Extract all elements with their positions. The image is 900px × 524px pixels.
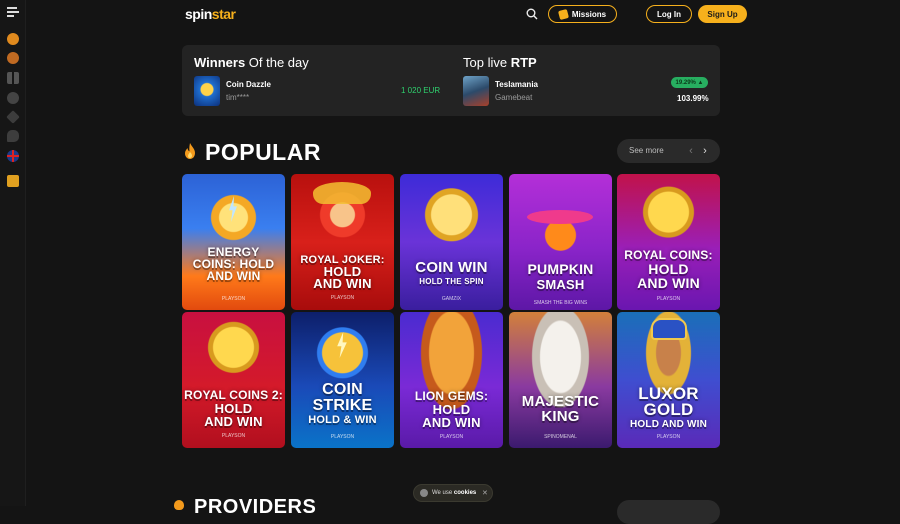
winners-title-bold: Winners bbox=[194, 55, 246, 70]
missions-button[interactable]: Missions bbox=[548, 5, 617, 23]
rtp-game-thumbnail[interactable] bbox=[463, 76, 489, 106]
game-tile-lion-gems[interactable]: LION GEMS: HOLD AND WIN PLAYSON bbox=[400, 312, 503, 448]
next-arrow-button[interactable]: › bbox=[698, 144, 712, 158]
game-title-line2: GOLD bbox=[643, 400, 694, 419]
game-title-line3: AND WIN bbox=[313, 276, 372, 291]
menu-icon[interactable] bbox=[7, 7, 19, 17]
game-provider: PLAYSON bbox=[656, 296, 681, 302]
fire-icon bbox=[185, 143, 195, 159]
cookie-icon bbox=[420, 489, 428, 497]
chip-icon[interactable] bbox=[7, 92, 19, 104]
casino-icon[interactable] bbox=[7, 33, 19, 45]
see-more-bar: See more ‹ › bbox=[617, 139, 720, 163]
signup-button[interactable]: Sign Up bbox=[698, 5, 747, 23]
winner-user: tim**** bbox=[226, 93, 250, 102]
game-tile-royal-coins-2[interactable]: ROYAL COINS 2: HOLD AND WIN PLAYSON bbox=[182, 312, 285, 448]
joker-hat-icon bbox=[313, 182, 371, 204]
logo-text-spin: spin bbox=[185, 6, 212, 22]
cookie-notice: We use cookies ✕ bbox=[413, 484, 493, 502]
top-bar: spinstar Missions Log In Sign Up bbox=[26, 0, 900, 28]
providers-title: PROVIDERS bbox=[194, 496, 317, 518]
game-title-line3: AND WIN bbox=[204, 414, 263, 429]
game-tile-coin-strike[interactable]: COIN STRIKE HOLD & WIN PLAYSON bbox=[291, 312, 394, 448]
game-tile-royal-joker[interactable]: ROYAL JOKER: HOLD AND WIN PLAYSON bbox=[291, 174, 394, 310]
winners-title: Winners Of the day bbox=[194, 55, 309, 70]
login-button[interactable]: Log In bbox=[646, 5, 692, 23]
game-provider: PLAYSON bbox=[221, 296, 246, 302]
winners-title-rest: Of the day bbox=[245, 55, 309, 70]
providers-see-more-bar bbox=[617, 500, 720, 524]
logo[interactable]: spinstar bbox=[185, 6, 236, 22]
winner-game-thumbnail[interactable] bbox=[194, 76, 220, 106]
sidebar bbox=[0, 0, 26, 506]
rtp-change-badge: 19.29% ▲ bbox=[671, 77, 708, 88]
game-provider: PLAYSON bbox=[439, 434, 464, 440]
game-title-line1: COIN bbox=[322, 381, 363, 398]
game-title-line3: HOLD & WIN bbox=[308, 414, 377, 426]
winner-amount: 1 020 EUR bbox=[401, 86, 441, 95]
rtp-title: Top live RTP bbox=[463, 55, 537, 70]
game-tile-luxor-gold[interactable]: LUXOR GOLD HOLD AND WIN PLAYSON bbox=[617, 312, 720, 448]
rtp-game-name[interactable]: Teslamania bbox=[495, 80, 538, 89]
sombrero-icon bbox=[527, 210, 593, 224]
diamond-icon[interactable] bbox=[6, 110, 20, 124]
game-provider: SPINOMENAL bbox=[544, 434, 577, 440]
headdress-icon bbox=[651, 318, 687, 340]
lightning-icon bbox=[337, 332, 347, 358]
game-title-line2: KING bbox=[541, 408, 580, 425]
prev-arrow-button[interactable]: ‹ bbox=[684, 144, 698, 158]
game-title-line2: SMASH bbox=[536, 277, 585, 292]
logo-text-star: star bbox=[211, 6, 236, 22]
rtp-title-rest: Top live bbox=[463, 55, 511, 70]
rtp-value: 103.99% bbox=[677, 94, 709, 103]
game-tile-pumpkin-smash[interactable]: PUMPKIN SMASH SMASH THE BIG WINS bbox=[509, 174, 612, 310]
game-provider: PLAYSON bbox=[221, 433, 246, 439]
game-title-line3: AND WIN bbox=[422, 415, 481, 430]
missions-label: Missions bbox=[571, 9, 607, 19]
cookie-text-prefix: We use bbox=[432, 490, 454, 496]
game-tile-royal-coins[interactable]: ROYAL COINS: HOLD AND WIN PLAYSON bbox=[617, 174, 720, 310]
game-title-line3: AND WIN bbox=[637, 275, 700, 291]
game-tile-majestic-king[interactable]: MAJESTIC KING SPINOMENAL bbox=[509, 312, 612, 448]
game-provider: GAMZIX bbox=[441, 296, 462, 302]
game-title-line3: AND WIN bbox=[206, 269, 261, 283]
popular-title: POPULAR bbox=[205, 139, 321, 165]
close-icon[interactable]: ✕ bbox=[482, 489, 488, 497]
game-title-line2: HOLD THE SPIN bbox=[419, 277, 484, 286]
game-provider: PLAYSON bbox=[330, 434, 355, 440]
game-tile-energy-coins[interactable]: ENERGY COINS: HOLD AND WIN PLAYSON bbox=[182, 174, 285, 310]
game-title-line1: MAJESTIC bbox=[521, 393, 600, 410]
missions-icon bbox=[557, 8, 569, 20]
uk-flag-icon[interactable] bbox=[7, 150, 19, 162]
see-more-link[interactable]: See more bbox=[629, 146, 664, 155]
winner-game-name[interactable]: Coin Dazzle bbox=[226, 80, 271, 89]
lightning-icon bbox=[229, 196, 237, 222]
game-title-line2: STRIKE bbox=[312, 397, 373, 414]
cookie-text: We use cookies bbox=[432, 490, 476, 496]
chat-icon[interactable] bbox=[7, 130, 19, 142]
search-icon[interactable] bbox=[526, 8, 538, 20]
game-tile-coin-win[interactable]: COIN WIN HOLD THE SPIN GAMZIX bbox=[400, 174, 503, 310]
game-title-line1: COIN WIN bbox=[415, 259, 488, 276]
cookie-text-bold[interactable]: cookies bbox=[454, 490, 476, 496]
game-title-line1: PUMPKIN bbox=[527, 261, 594, 277]
apps-icon[interactable] bbox=[7, 72, 19, 84]
providers-fire-icon bbox=[174, 500, 184, 510]
game-provider: PLAYSON bbox=[656, 434, 681, 440]
winners-panel: Winners Of the day Coin Dazzle tim**** 1… bbox=[182, 45, 720, 116]
game-provider: SMASH THE BIG WINS bbox=[533, 300, 588, 306]
rtp-provider: Gamebeat bbox=[495, 93, 533, 102]
game-title-line3: HOLD AND WIN bbox=[629, 419, 708, 430]
rtp-title-bold: RTP bbox=[510, 55, 537, 70]
cookie-icon[interactable] bbox=[7, 52, 19, 64]
game-provider: PLAYSON bbox=[330, 295, 355, 301]
box-icon[interactable] bbox=[7, 175, 19, 187]
